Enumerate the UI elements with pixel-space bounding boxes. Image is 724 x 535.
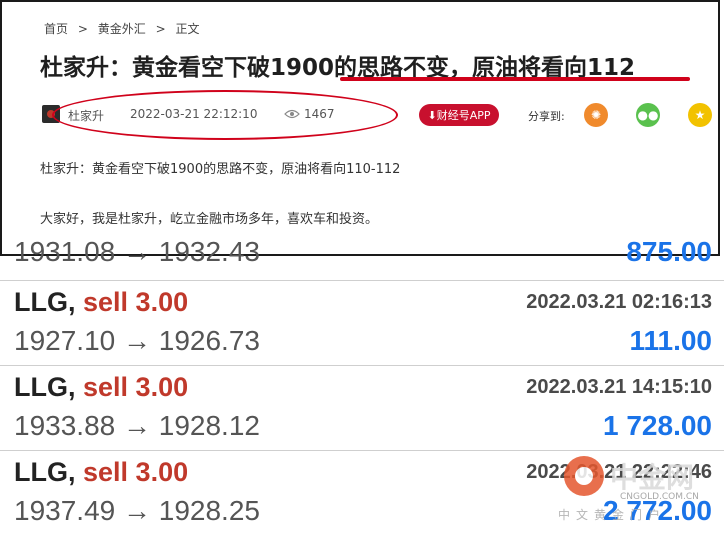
- trade-row[interactable]: LLG, sell 3.00 2022.03.21 02:16:13 1927.…: [0, 280, 724, 365]
- trade-action: sell 3.00: [83, 457, 189, 487]
- trade-time: 2022.03.21 02:16:13: [526, 291, 712, 313]
- watermark-name: 中金网: [610, 461, 695, 494]
- trade-action: sell 3.00: [83, 372, 189, 402]
- watermark-url: CNGOLD.COM.CN: [620, 492, 699, 502]
- weibo-icon[interactable]: ✺: [584, 103, 608, 127]
- cngold-logo-icon: [564, 456, 604, 496]
- article-panel: 首页 > 黄金外汇 > 正文 杜家升：黄金看空下破1900的思路不变，原油将看向…: [0, 0, 720, 256]
- breadcrumb: 首页 > 黄金外汇 > 正文: [44, 20, 205, 37]
- trade-symbol: LLG, sell 3.00: [14, 372, 189, 402]
- breadcrumb-current: 正文: [175, 22, 200, 36]
- wechat-icon[interactable]: ●●: [636, 103, 660, 127]
- article-paragraph: 杜家升：黄金看空下破1900的思路不变，原油将看向110-112: [40, 162, 401, 177]
- download-icon: ⬇: [427, 108, 437, 122]
- breadcrumb-category[interactable]: 黄金外汇: [98, 22, 146, 36]
- app-button-label: 财经号APP: [436, 109, 491, 122]
- trade-symbol: LLG, sell 3.00: [14, 287, 189, 317]
- breadcrumb-home[interactable]: 首页: [44, 22, 68, 36]
- trade-symbol: LLG, sell 3.00: [14, 457, 189, 487]
- trade-profit: 875.00: [626, 238, 712, 267]
- watermark-subtitle: 中文黄金门户: [558, 508, 667, 522]
- trade-action: sell 3.00: [83, 287, 189, 317]
- download-app-button[interactable]: ⬇ 财经号APP: [419, 104, 499, 126]
- trade-price: 1937.49 → 1928.25: [14, 495, 260, 526]
- cngold-watermark: 中金网 CNGOLD.COM.CN 中文黄金门户: [558, 454, 714, 524]
- trade-time: 2022.03.21 14:15:10: [526, 376, 712, 398]
- trade-row[interactable]: LLG, sell 3.00 2022.03.21 14:15:10 1933.…: [0, 365, 724, 450]
- qzone-icon[interactable]: ★: [688, 103, 712, 127]
- breadcrumb-separator: >: [155, 22, 166, 36]
- trade-row-partial[interactable]: 1931.08 → 1932.43 875.00: [0, 238, 724, 280]
- trade-price: 1933.88 → 1928.12: [14, 410, 260, 441]
- trade-profit: 1 728.00: [603, 410, 712, 441]
- meta-highlight-oval: [52, 90, 398, 140]
- title-highlight-underline: [340, 77, 690, 81]
- trade-profit: 111.00: [629, 325, 712, 356]
- share-label: 分享到:: [528, 110, 565, 123]
- article-paragraph: 大家好，我是杜家升，屹立金融市场多年，喜欢车和投资。: [40, 212, 379, 227]
- trade-price: 1927.10 → 1926.73: [14, 325, 260, 356]
- trade-price: 1931.08 → 1932.43: [14, 238, 260, 267]
- breadcrumb-separator: >: [77, 22, 88, 36]
